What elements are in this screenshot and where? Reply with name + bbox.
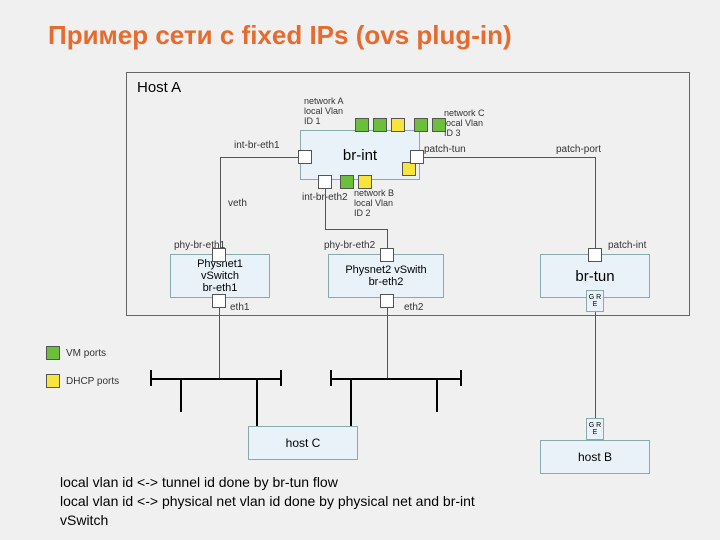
page-title: Пример сети с fixed IPs (ovs plug-in) <box>48 20 512 51</box>
bus-tick <box>350 378 352 426</box>
physnet-bus <box>150 378 280 380</box>
eth1-port <box>212 294 226 308</box>
vm-port-icon <box>373 118 387 132</box>
br-tun-label: br-tun <box>575 268 614 285</box>
wire <box>219 308 220 378</box>
bus-end <box>150 370 152 386</box>
wire <box>424 157 596 158</box>
int-br-eth2-port <box>318 175 332 189</box>
patch-tun-label: patch-tun <box>424 144 466 155</box>
dhcp-port-icon <box>391 118 405 132</box>
slide: Пример сети с fixed IPs (ovs plug-in) Ho… <box>0 0 720 540</box>
patch-tun-port <box>410 150 424 164</box>
vm-port-icon <box>432 118 446 132</box>
patch-port-label: patch-port <box>556 144 601 155</box>
phy-br-eth2-label: phy-br-eth2 <box>324 240 375 251</box>
gre-icon: G R E <box>586 418 604 440</box>
legend-vm-label: VM ports <box>66 348 106 359</box>
eth1-label: eth1 <box>230 302 249 313</box>
gre-icon: G R E <box>586 290 604 312</box>
bus-tick <box>256 378 258 426</box>
wire <box>387 229 388 249</box>
veth-label: veth <box>228 198 247 209</box>
vm-port-icon <box>46 346 60 360</box>
footer-text: local vlan id <-> tunnel id done by br-t… <box>60 473 475 530</box>
bus-tick <box>180 378 182 412</box>
patch-int-label: patch-int <box>608 240 646 251</box>
eth2-label: eth2 <box>404 302 423 313</box>
vm-port-icon <box>414 118 428 132</box>
host-c-box: host C <box>248 426 358 460</box>
dhcp-port-icon <box>46 374 60 388</box>
bus-end <box>330 370 332 386</box>
br-int-label: br-int <box>343 147 377 164</box>
host-a-label: Host A <box>137 79 181 96</box>
patch-int-port <box>588 248 602 262</box>
phy-br-eth1-label: phy-br-eth1 <box>174 240 225 251</box>
vm-port-icon <box>355 118 369 132</box>
dhcp-port-icon <box>358 175 372 189</box>
host-b-box: host B <box>540 440 650 474</box>
int-br-eth2-label: int-br-eth2 <box>302 192 348 203</box>
wire <box>387 308 388 378</box>
wire <box>595 157 596 249</box>
vlan-a-label: network A local Vlan ID 1 <box>304 96 344 126</box>
int-br-eth1-label: int-br-eth1 <box>234 140 280 151</box>
int-br-eth1-port <box>298 150 312 164</box>
eth2-port <box>380 294 394 308</box>
phy-br-eth2-port <box>380 248 394 262</box>
legend-dhcp-label: DHCP ports <box>66 376 119 387</box>
wire <box>325 229 387 230</box>
bus-end <box>460 370 462 386</box>
dhcp-port-icon <box>402 162 416 176</box>
vlan-c-label: network C local Vlan ID 3 <box>444 108 485 138</box>
wire <box>220 157 221 249</box>
vlan-b-label: network B local Vlan ID 2 <box>354 188 394 218</box>
bus-end <box>280 370 282 386</box>
wire <box>595 312 596 418</box>
wire <box>220 157 298 158</box>
bus-tick <box>436 378 438 412</box>
vm-port-icon <box>340 175 354 189</box>
